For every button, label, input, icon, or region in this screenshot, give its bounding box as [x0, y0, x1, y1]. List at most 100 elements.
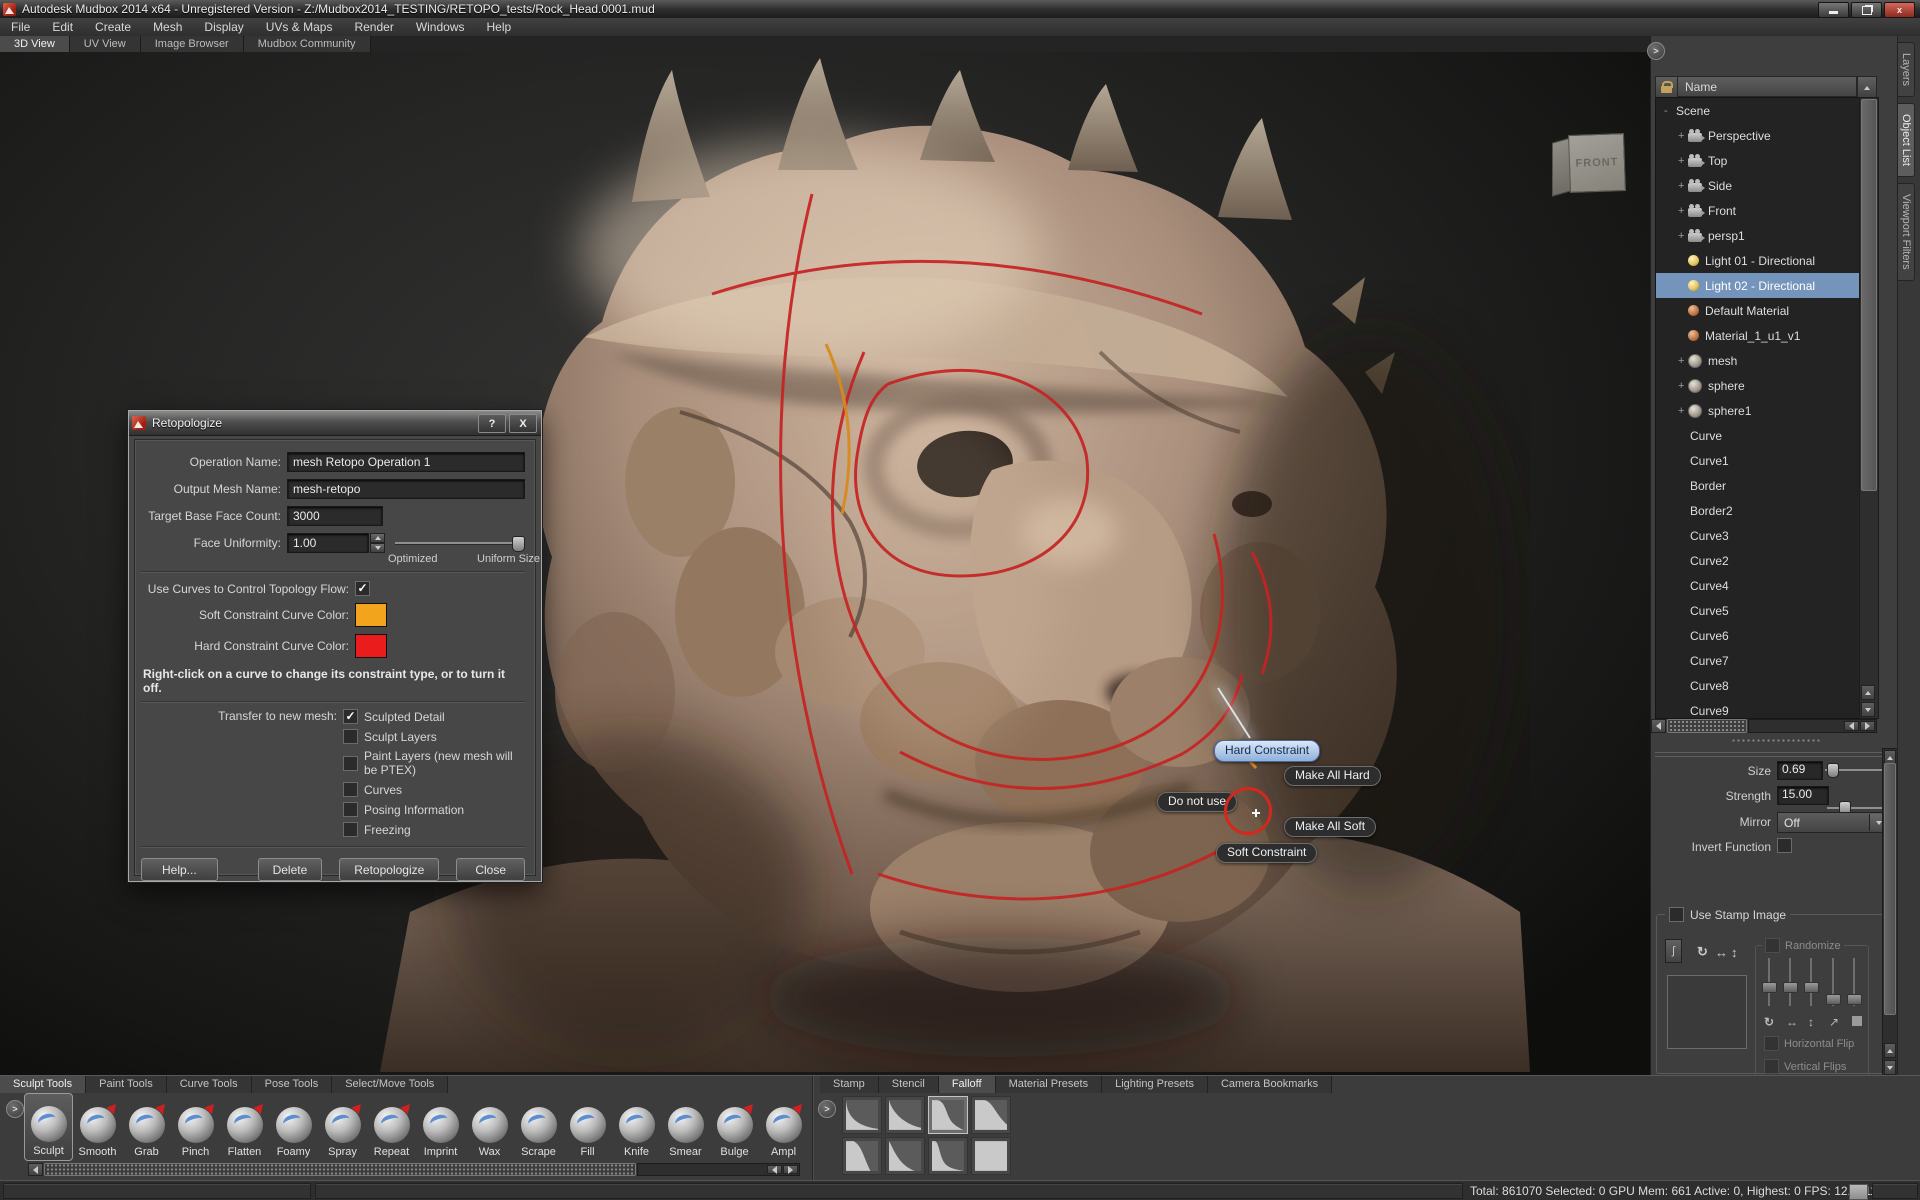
panel-collapse-button[interactable]: >	[1647, 42, 1665, 60]
tree-item[interactable]: Curve4	[1656, 573, 1860, 598]
tree-expander[interactable]: +	[1678, 355, 1688, 367]
tree-item[interactable]: + sphere	[1656, 373, 1860, 398]
operation-name-input[interactable]: mesh Retopo Operation 1	[287, 452, 525, 472]
restore-button[interactable]	[1851, 2, 1882, 18]
tree-item[interactable]: + mesh	[1656, 348, 1860, 373]
tree-item[interactable]: Curve8	[1656, 673, 1860, 698]
dialog-title-bar[interactable]: Retopologize ? X	[129, 411, 541, 436]
randomize-color-swatch[interactable]	[1852, 1016, 1862, 1026]
transfer-option[interactable]: ✓ Sculpt Layers	[343, 729, 525, 744]
use-stamp-image-checkbox[interactable]: ✓	[1669, 907, 1684, 922]
tool-tab[interactable]: Pose Tools	[252, 1076, 333, 1093]
side-tab[interactable]: Object List	[1898, 103, 1915, 177]
preset-tab[interactable]: Camera Bookmarks	[1208, 1076, 1332, 1093]
checkbox[interactable]: ✓	[343, 822, 358, 837]
preset-tab[interactable]: Lighting Presets	[1102, 1076, 1208, 1093]
tree-item[interactable]: Light 01 - Directional	[1656, 248, 1860, 273]
falloff-preset[interactable]	[842, 1096, 882, 1134]
tree-item[interactable]: Border	[1656, 473, 1860, 498]
hard-constraint-color-swatch[interactable]	[355, 634, 387, 658]
marking-menu-hard-constraint[interactable]: Hard Constraint	[1214, 740, 1320, 762]
scroll-down-icon[interactable]	[1861, 702, 1875, 717]
scroll-left-icon[interactable]	[1651, 719, 1666, 733]
view-cube-front-face[interactable]: FRONT	[1568, 133, 1626, 193]
tree-item[interactable]: Curve9	[1656, 698, 1860, 719]
properties-vertical-scrollbar[interactable]	[1882, 748, 1898, 1077]
preset-tab[interactable]: Falloff	[939, 1076, 996, 1093]
tree-item[interactable]: - Scene	[1656, 98, 1860, 123]
falloff-preset[interactable]	[842, 1137, 882, 1175]
mirror-dropdown[interactable]: Off	[1777, 812, 1889, 833]
scroll-down-icon[interactable]	[1884, 1060, 1896, 1075]
preset-tab[interactable]: Material Presets	[996, 1076, 1102, 1093]
tree-item[interactable]: Curve3	[1656, 523, 1860, 548]
scroll-up-button[interactable]	[1857, 76, 1877, 99]
tree-item[interactable]: Curve1	[1656, 448, 1860, 473]
tree-item[interactable]: + Side	[1656, 173, 1860, 198]
face-uniformity-input[interactable]: 1.00	[287, 533, 369, 553]
tool-button[interactable]: Scrape	[514, 1093, 563, 1161]
scrollbar-thumb[interactable]	[1884, 763, 1896, 1015]
help-button[interactable]: Help...	[141, 858, 218, 881]
randomize-checkbox[interactable]: ✓	[1765, 938, 1780, 953]
tree-expander[interactable]: +	[1678, 380, 1688, 392]
tree-vertical-scrollbar[interactable]	[1859, 97, 1879, 719]
marking-menu-make-all-soft[interactable]: Make All Soft	[1284, 817, 1376, 837]
size-input[interactable]: 0.69	[1777, 761, 1823, 780]
side-tab[interactable]: Layers	[1898, 42, 1915, 97]
tree-horizontal-scrollbar[interactable]	[1651, 719, 1877, 733]
spinner-up-icon[interactable]	[370, 533, 385, 543]
tree-item[interactable]: Curve	[1656, 423, 1860, 448]
randomize-slider[interactable]	[1810, 958, 1812, 1006]
tree-item[interactable]: Curve5	[1656, 598, 1860, 623]
checkbox[interactable]: ✓	[343, 709, 358, 724]
checkbox[interactable]: ✓	[343, 756, 358, 771]
tree-item[interactable]: + Perspective	[1656, 123, 1860, 148]
face-uniformity-slider[interactable]	[395, 536, 525, 550]
falloff-preset[interactable]	[928, 1096, 968, 1134]
close-dialog-button[interactable]: Close	[456, 858, 525, 881]
checkbox[interactable]: ✓	[343, 782, 358, 797]
stamp-rotate-icon[interactable]: ↻	[1697, 945, 1708, 958]
tree-expander[interactable]: +	[1678, 180, 1688, 192]
tree-expander[interactable]: +	[1678, 405, 1688, 417]
randomize-horizontal-icon[interactable]: ↔	[1786, 1016, 1798, 1028]
view-cube[interactable]: FRONT	[1552, 128, 1632, 206]
tree-expander[interactable]: -	[1664, 105, 1674, 117]
tool-button[interactable]: Sculpt	[24, 1093, 73, 1161]
preset-tab[interactable]: Stencil	[879, 1076, 939, 1093]
tool-tab[interactable]: Paint Tools	[86, 1076, 167, 1093]
falloff-preset[interactable]	[971, 1137, 1011, 1175]
stamp-preview[interactable]	[1667, 975, 1747, 1049]
tree-item[interactable]: Light 02 - Directional	[1656, 273, 1860, 298]
randomize-scale-icon[interactable]: ↗	[1829, 1016, 1839, 1028]
tree-item[interactable]: + persp1	[1656, 223, 1860, 248]
retopologize-button[interactable]: Retopologize	[339, 858, 439, 881]
soft-constraint-color-swatch[interactable]	[355, 603, 387, 627]
marking-menu-soft-constraint[interactable]: Soft Constraint	[1216, 843, 1317, 863]
tool-button[interactable]: Flatten	[220, 1093, 269, 1161]
stamp-flip-vertical-icon[interactable]: ↕	[1731, 946, 1738, 959]
status-grip[interactable]	[1849, 1184, 1868, 1200]
vertical-flips-checkbox[interactable]: ✓	[1764, 1059, 1779, 1074]
preset-tab[interactable]: Stamp	[820, 1076, 879, 1093]
menu-item[interactable]: Edit	[41, 18, 84, 36]
menu-item[interactable]: UVs & Maps	[255, 18, 344, 36]
marking-menu-make-all-hard[interactable]: Make All Hard	[1284, 766, 1381, 786]
scroll-left-icon[interactable]	[767, 1165, 782, 1174]
tree-item[interactable]: + Front	[1656, 198, 1860, 223]
stamp-flyout-button[interactable]: ʃ	[1665, 939, 1682, 963]
tool-button[interactable]: Knife	[612, 1093, 661, 1161]
strength-input[interactable]: 15.00	[1777, 786, 1829, 805]
checkbox[interactable]: ✓	[343, 729, 358, 744]
randomize-slider[interactable]	[1789, 958, 1791, 1006]
scroll-right-icon[interactable]	[783, 1165, 798, 1174]
output-mesh-name-input[interactable]: mesh-retopo	[287, 479, 525, 499]
title-bar[interactable]: Autodesk Mudbox 2014 x64 - Unregistered …	[0, 0, 1920, 19]
tree-item[interactable]: + sphere1	[1656, 398, 1860, 423]
stamp-flip-horizontal-icon[interactable]: ↔	[1715, 946, 1728, 959]
transfer-option[interactable]: ✓ Sculpted Detail	[343, 709, 525, 724]
tool-button[interactable]: Pinch	[171, 1093, 220, 1161]
scroll-left-icon[interactable]	[1844, 721, 1859, 731]
view-tab[interactable]: 3D View	[0, 36, 70, 52]
